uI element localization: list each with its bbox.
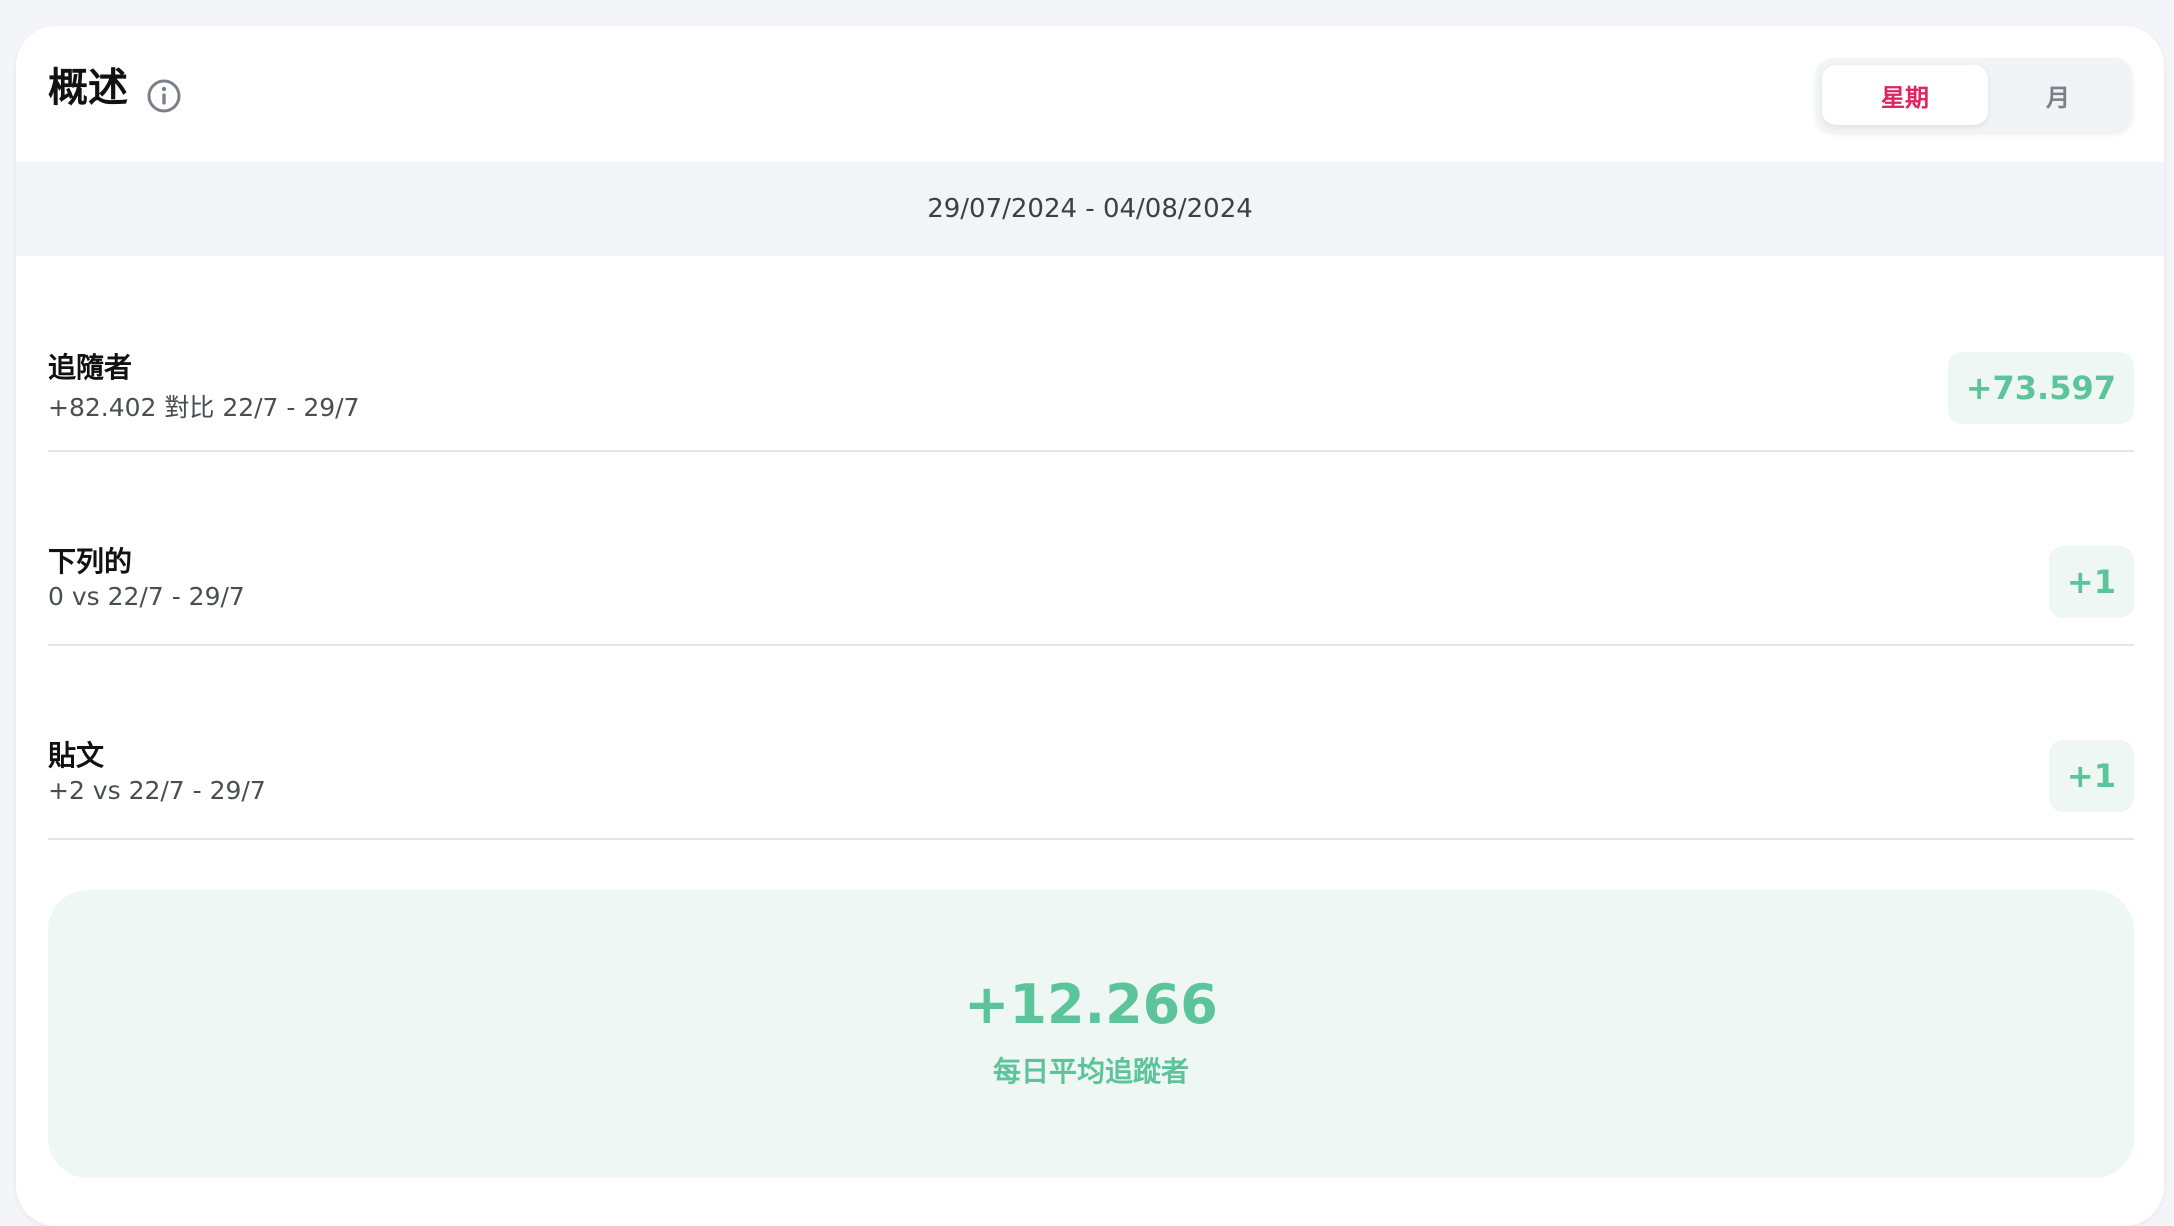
metric-comparison: +2 vs 22/7 - 29/7 bbox=[48, 776, 266, 805]
metric-comparison: +82.402 對比 22/7 - 29/7 bbox=[48, 393, 360, 422]
metric-change-badge: +73.597 bbox=[1947, 352, 2134, 424]
period-toggle: 星期 月 bbox=[1816, 58, 2132, 132]
metric-row-followers: 追隨者 +82.402 對比 22/7 - 29/7 +73.597 bbox=[48, 256, 2134, 452]
daily-average-value: +12.266 bbox=[964, 973, 1218, 1036]
info-icon[interactable] bbox=[146, 78, 182, 114]
tab-week[interactable]: 星期 bbox=[1822, 65, 1988, 125]
metric-change-badge: +1 bbox=[2048, 546, 2134, 618]
overview-header: 概述 星期 月 bbox=[16, 26, 2164, 162]
daily-average-panel: +12.266 每日平均追蹤者 bbox=[48, 890, 2134, 1178]
daily-average-caption: 每日平均追蹤者 bbox=[992, 1055, 1189, 1088]
metric-row-posts: 貼文 +2 vs 22/7 - 29/7 +1 bbox=[48, 644, 2134, 840]
metric-label: 下列的 bbox=[48, 545, 133, 578]
overview-card: 概述 星期 月 29/07/2024 - 04/08/2024 追隨者 +82.… bbox=[16, 26, 2164, 1226]
date-range: 29/07/2024 - 04/08/2024 bbox=[16, 162, 2164, 256]
page-title: 概述 bbox=[48, 65, 128, 111]
metric-comparison: 0 vs 22/7 - 29/7 bbox=[48, 582, 245, 611]
metric-change-badge: +1 bbox=[2048, 740, 2134, 812]
metric-label: 貼文 bbox=[48, 739, 105, 772]
metric-label: 追隨者 bbox=[48, 351, 133, 384]
tab-month[interactable]: 月 bbox=[1990, 65, 2126, 125]
metric-row-following: 下列的 0 vs 22/7 - 29/7 +1 bbox=[48, 450, 2134, 646]
